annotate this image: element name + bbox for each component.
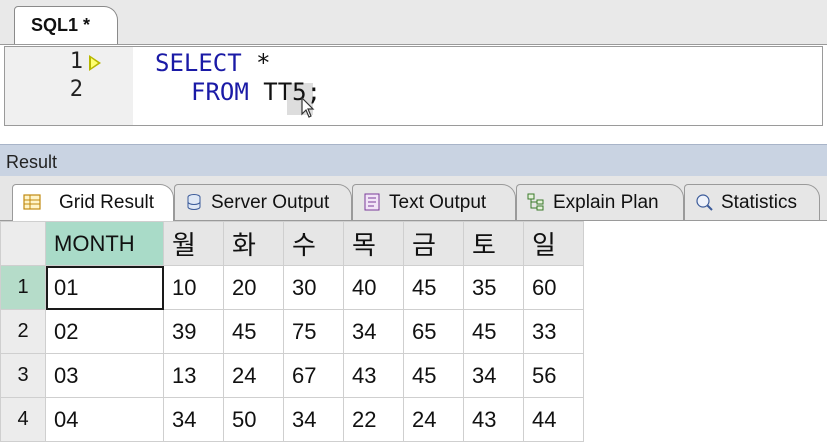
grid-header-row: MONTH 월 화 수 목 금 토 일 — [0, 221, 584, 266]
grid-cell[interactable]: 24 — [403, 397, 464, 442]
grid-cell[interactable]: 65 — [403, 309, 464, 354]
grid-cell[interactable]: 34 — [463, 353, 524, 398]
grid-cell[interactable]: 39 — [163, 309, 224, 354]
line-number-1: 1 — [69, 49, 83, 74]
text-output-icon — [364, 193, 380, 211]
grid-cell[interactable]: 13 — [163, 353, 224, 398]
table-row[interactable]: 1 01 10 20 30 40 45 35 60 — [0, 265, 584, 310]
tab-text-output-label: Text Output — [389, 192, 487, 213]
mouse-pointer-icon — [301, 97, 315, 118]
server-output-icon — [187, 194, 201, 210]
result-grid: MONTH 월 화 수 목 금 토 일 1 01 10 20 30 40 45 … — [0, 221, 584, 442]
column-header-thu[interactable]: 목 — [343, 221, 404, 266]
tab-statistics-label: Statistics — [721, 192, 798, 213]
sql-editor[interactable]: 1 2 SELECT * FROM TT5; — [4, 46, 823, 126]
table-row[interactable]: 2 02 39 45 75 34 65 45 33 — [0, 309, 584, 354]
row-number[interactable]: 2 — [0, 309, 46, 354]
grid-cell[interactable]: 24 — [223, 353, 284, 398]
tab-explain-plan-label: Explain Plan — [553, 192, 659, 213]
grid-cell[interactable]: 33 — [523, 309, 584, 354]
grid-cell[interactable]: 20 — [223, 265, 284, 310]
row-number[interactable]: 4 — [0, 397, 46, 442]
tab-text-output[interactable]: Text Output — [352, 184, 516, 220]
result-panel-header: Result — [0, 144, 827, 177]
grid-cell[interactable]: 03 — [45, 353, 164, 398]
grid-cell[interactable]: 35 — [463, 265, 524, 310]
grid-cell[interactable]: 44 — [523, 397, 584, 442]
column-header-wed[interactable]: 수 — [283, 221, 344, 266]
column-header-month[interactable]: MONTH — [45, 221, 164, 266]
grid-cell[interactable]: 45 — [223, 309, 284, 354]
tab-explain-plan[interactable]: Explain Plan — [516, 184, 684, 220]
grid-corner[interactable] — [0, 221, 46, 266]
tab-grid-result-label: Grid Result — [59, 192, 155, 213]
code-line-1-rest: * — [241, 49, 271, 77]
code-line-1[interactable]: SELECT * — [155, 49, 271, 77]
column-header-sun[interactable]: 일 — [523, 221, 584, 266]
grid-cell[interactable]: 45 — [403, 265, 464, 310]
line-number-2: 2 — [69, 77, 83, 102]
grid-cell[interactable]: 30 — [283, 265, 344, 310]
column-header-fri[interactable]: 금 — [403, 221, 464, 266]
grid-cell[interactable]: 34 — [283, 397, 344, 442]
column-header-tue[interactable]: 화 — [223, 221, 284, 266]
grid-cell[interactable]: 34 — [343, 309, 404, 354]
grid-cell[interactable]: 60 — [523, 265, 584, 310]
tab-sql1[interactable]: SQL1 * — [14, 6, 118, 44]
tab-sql1-label: SQL1 * — [31, 15, 91, 35]
grid-cell[interactable]: 67 — [283, 353, 344, 398]
grid-cell[interactable]: 45 — [463, 309, 524, 354]
grid-icon — [23, 194, 41, 210]
explain-plan-icon — [527, 193, 544, 211]
column-header-mon[interactable]: 월 — [163, 221, 224, 266]
result-tabs: Grid Result Server Output Text Output Ex… — [0, 176, 827, 221]
row-number[interactable]: 3 — [0, 353, 46, 398]
keyword-select: SELECT — [155, 49, 242, 77]
execution-arrow-icon — [89, 55, 101, 71]
editor-tab-strip: SQL1 * — [0, 0, 827, 45]
result-panel-title: Result — [6, 152, 58, 172]
grid-cell[interactable]: 75 — [283, 309, 344, 354]
tab-server-output-label: Server Output — [211, 192, 330, 213]
table-row[interactable]: 4 04 34 50 34 22 24 43 44 — [0, 397, 584, 442]
grid-cell[interactable]: 56 — [523, 353, 584, 398]
grid-cell[interactable]: 50 — [223, 397, 284, 442]
grid-cell[interactable]: 45 — [403, 353, 464, 398]
grid-cell[interactable]: 22 — [343, 397, 404, 442]
grid-cell[interactable]: 40 — [343, 265, 404, 310]
grid-cell[interactable]: 02 — [45, 309, 164, 354]
tab-statistics[interactable]: Statistics — [684, 184, 820, 220]
table-row[interactable]: 3 03 13 24 67 43 45 34 56 — [0, 353, 584, 398]
grid-cell[interactable]: 04 — [45, 397, 164, 442]
grid-cell[interactable]: 43 — [463, 397, 524, 442]
line-gutter: 1 2 — [5, 47, 133, 125]
tab-server-output[interactable]: Server Output — [174, 184, 352, 220]
row-number[interactable]: 1 — [0, 265, 46, 310]
column-header-sat[interactable]: 토 — [463, 221, 524, 266]
grid-cell[interactable]: 34 — [163, 397, 224, 442]
grid-cell[interactable]: 10 — [163, 265, 224, 310]
statistics-icon — [696, 194, 713, 211]
tab-grid-result[interactable]: Grid Result — [12, 184, 174, 221]
grid-cell[interactable]: 43 — [343, 353, 404, 398]
keyword-from: FROM — [191, 78, 249, 106]
grid-cell[interactable]: 01 — [45, 265, 164, 310]
